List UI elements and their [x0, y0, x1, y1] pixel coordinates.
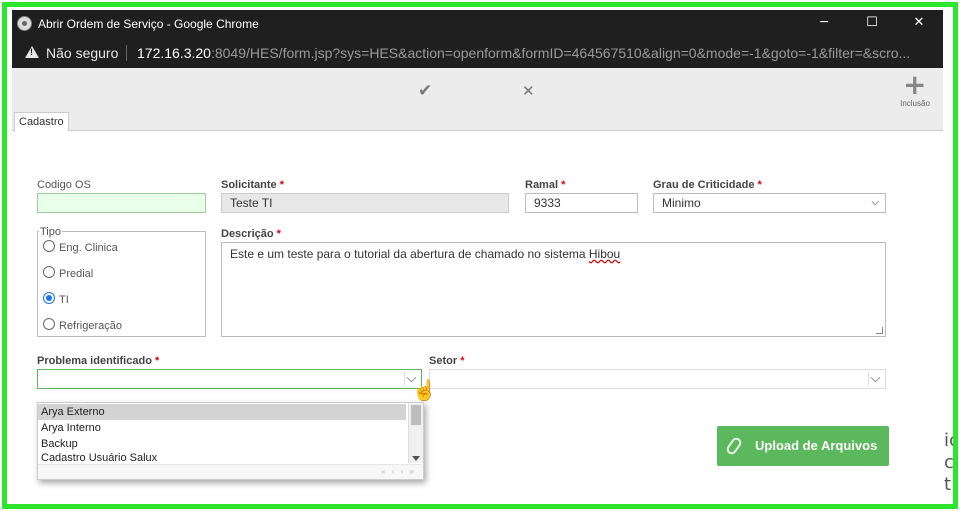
tipo-label: Tipo: [39, 226, 62, 238]
tab-cadastro[interactable]: Cadastro: [14, 112, 69, 131]
required-mark: *: [561, 179, 566, 191]
problema-label-text: Problema identificado: [37, 355, 152, 367]
chrome-app-icon: [17, 16, 32, 31]
paperclip-icon: [724, 435, 744, 457]
form-toolbar: ✔ ✕ + Inclusão: [12, 68, 943, 112]
chevron-down-icon: ⌵: [871, 197, 879, 208]
setor-label-text: Setor: [429, 355, 458, 367]
descricao-label: Descrição *: [221, 228, 281, 240]
radio-button-icon: [43, 318, 55, 330]
dropdown-scrollbar[interactable]: [408, 403, 423, 463]
list-item[interactable]: Cadastro Usuário Salux: [38, 452, 406, 464]
ramal-field[interactable]: 9333: [525, 193, 638, 213]
setor-label: Setor *: [429, 355, 464, 367]
list-item[interactable]: Arya Interno: [38, 420, 406, 436]
hand-cursor-icon: ☝: [412, 380, 437, 402]
upload-label: Upload de Arquivos: [755, 438, 878, 453]
radio-label: TI: [59, 294, 69, 306]
add-button[interactable]: + Inclusão: [897, 68, 937, 109]
grau-criticidade-select[interactable]: Minimo ⌵: [653, 193, 886, 213]
pager-arrows-icon[interactable]: « ‹ › »: [381, 465, 416, 479]
warning-icon: [25, 46, 39, 58]
dropdown-pager: « ‹ › »: [38, 464, 422, 479]
address-separator: [126, 45, 127, 61]
url-text[interactable]: 172.16.3.20:8049/HES/form.jsp?sys=HES&ac…: [137, 45, 937, 61]
codigo-os-field[interactable]: [37, 193, 206, 213]
ramal-label: Ramal *: [525, 179, 565, 191]
descricao-textarea[interactable]: Este e um teste para o tutorial da abert…: [221, 242, 886, 337]
problema-dropdown-list: Arya Externo Arya Interno Backup Cadastr…: [37, 402, 424, 480]
title-bar: Abrir Ordem de Serviço - Google Chrome ─…: [12, 10, 943, 38]
maximize-button[interactable]: ☐: [849, 10, 895, 38]
list-item[interactable]: Backup: [38, 436, 406, 452]
security-label[interactable]: Não seguro: [46, 45, 118, 61]
required-mark: *: [757, 179, 762, 191]
tab-strip: Cadastro: [12, 112, 943, 131]
address-bar[interactable]: Não seguro 172.16.3.20:8049/HES/form.jsp…: [12, 38, 943, 68]
url-host: 172.16.3.20: [137, 45, 211, 61]
list-item[interactable]: Arya Externo: [38, 404, 406, 420]
add-label: Inclusão: [900, 99, 930, 108]
scrollbar-thumb[interactable]: [411, 405, 421, 425]
radio-label: Refrigeração: [59, 320, 122, 332]
required-mark: *: [460, 355, 465, 367]
radio-label: Eng. Clinica: [59, 242, 118, 254]
radio-button-icon: [43, 266, 55, 278]
scroll-down-icon[interactable]: [412, 456, 420, 461]
problema-label: Problema identificado *: [37, 355, 159, 367]
solicitante-field[interactable]: Teste TI: [221, 193, 509, 213]
radio-label: Predial: [59, 268, 94, 280]
solicitante-label: Solicitante *: [221, 179, 284, 191]
radio-button-icon: [43, 240, 55, 252]
problema-combobox[interactable]: [37, 369, 422, 389]
upload-button[interactable]: Upload de Arquivos: [717, 426, 889, 466]
descricao-label-text: Descrição: [221, 228, 274, 240]
cancel-icon[interactable]: ✕: [522, 82, 535, 100]
chevron-down-icon[interactable]: [868, 372, 883, 386]
descricao-text: Este e um teste para o tutorial da abert…: [230, 247, 589, 261]
spellcheck-word: Hibou: [588, 247, 621, 261]
grau-criticidade-label: Grau de Criticidade *: [653, 179, 762, 191]
required-mark: *: [279, 179, 284, 191]
radio-selected-icon: [43, 292, 55, 304]
confirm-icon[interactable]: ✔: [418, 81, 432, 101]
window-title: Abrir Ordem de Serviço - Google Chrome: [38, 17, 259, 31]
grau-criticidade-label-text: Grau de Criticidade: [653, 179, 755, 191]
plus-icon: +: [903, 68, 927, 101]
url-path: :8049/HES/form.jsp?sys=HES&action=openfo…: [210, 45, 911, 61]
resize-handle-icon[interactable]: [876, 327, 883, 334]
ramal-label-text: Ramal: [525, 179, 559, 191]
required-mark: *: [276, 228, 281, 240]
setor-combobox[interactable]: [429, 369, 886, 389]
close-window-button[interactable]: ✕: [896, 10, 942, 38]
browser-window: Abrir Ordem de Serviço - Google Chrome ─…: [12, 10, 943, 496]
required-mark: *: [154, 355, 160, 367]
codigo-os-label: Codigo OS: [37, 179, 91, 191]
minimize-button[interactable]: ─: [801, 10, 847, 38]
solicitante-label-text: Solicitante: [221, 179, 277, 191]
grau-criticidade-value: Minimo: [662, 196, 701, 210]
